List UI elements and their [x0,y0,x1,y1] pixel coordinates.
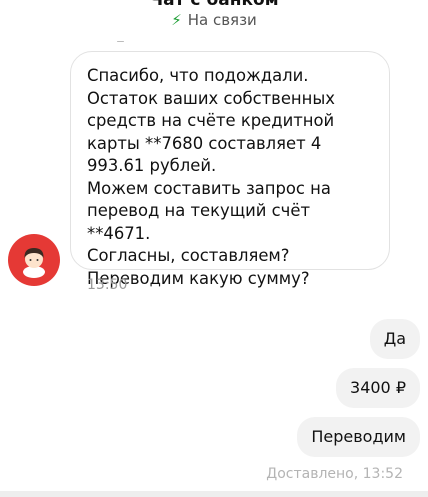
input-area-edge [0,491,428,497]
outgoing-message-bubble: Переводим [297,417,420,457]
lightning-icon: ⚡ [171,11,182,29]
outgoing-message-bubble: 3400 ₽ [336,368,420,408]
incoming-message-bubble: Спасибо, что подождали. Остаток ваших со… [70,51,390,288]
status-label: На связи [187,11,257,29]
bank-assistant-avatar-icon[interactable] [8,234,60,286]
delivery-status: Доставлено, 13:52 [266,466,403,482]
chat-title: Чат с банком [149,0,279,10]
chat-header: Чат с банком ⚡ На связи [0,0,428,40]
online-status: ⚡ На связи [0,11,428,29]
incoming-message-time: 13:50 [87,277,128,293]
outgoing-message-bubble: Да [369,319,420,359]
person-avatar-icon [23,248,45,278]
